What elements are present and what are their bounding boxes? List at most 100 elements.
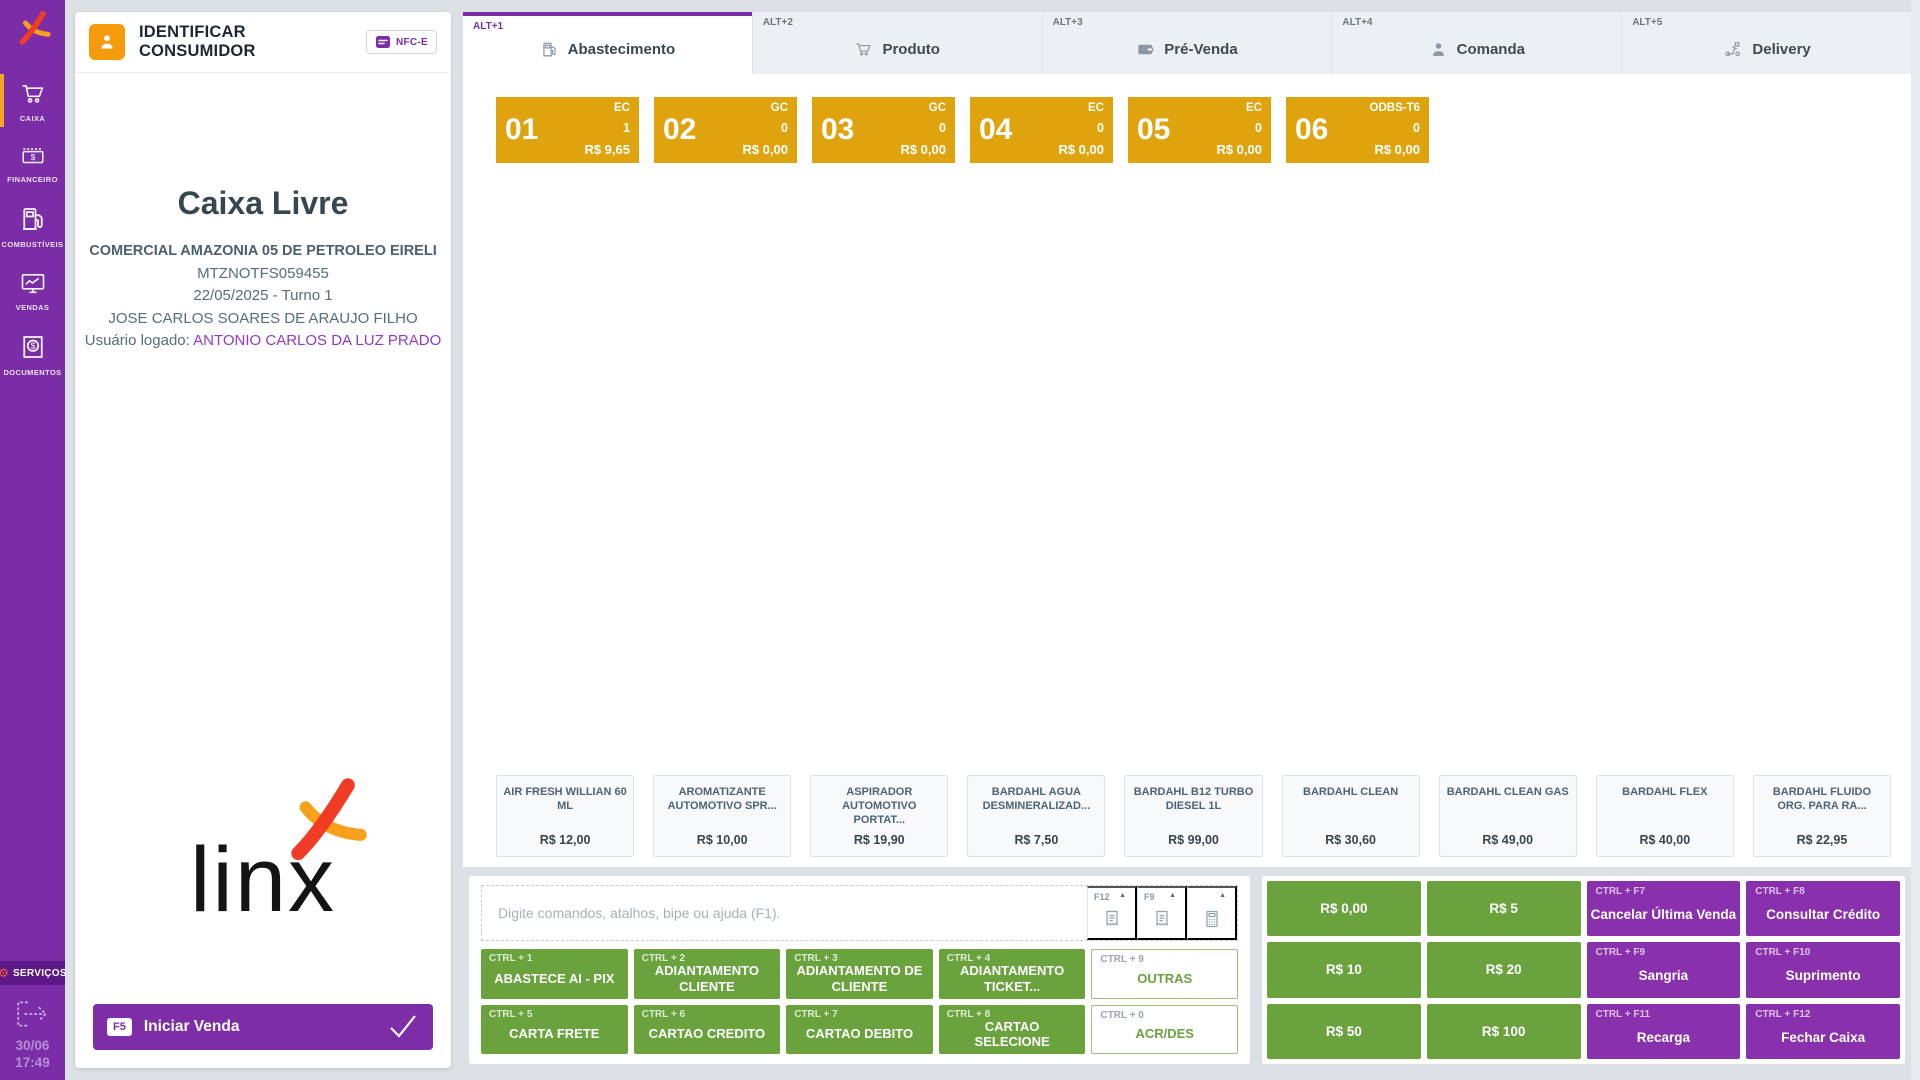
action-button-fechar-caixa[interactable]: CTRL + F12Fechar Caixa <box>1746 1004 1900 1059</box>
product-name: BARDAHL FLEX <box>1622 786 1707 800</box>
payment-button-adiantamento-ticket[interactable]: CTRL + 4ADIANTAMENTO TICKET... <box>939 949 1086 999</box>
payment-button-outras[interactable]: CTRL + 9OUTRAS <box>1091 949 1238 999</box>
product-card[interactable]: BARDAHL AGUA DESMINERALIZAD...R$ 7,50 <box>967 775 1105 857</box>
pump-count: 0 <box>900 121 946 135</box>
product-name: AIR FRESH WILLIAN 60 ML <box>502 786 628 814</box>
calculator-button[interactable]: ▲ <box>1187 886 1237 940</box>
payment-label: ACR/DES <box>1135 1026 1194 1042</box>
cash-button-5[interactable]: R$ 5 <box>1427 881 1581 936</box>
caret-up-icon: ▲ <box>1119 892 1126 899</box>
consumer-panel-header: IDENTIFICAR CONSUMIDOR NFC-E <box>75 12 451 73</box>
sidebar-item-caixa[interactable]: CAIXA <box>0 69 65 132</box>
cart-icon <box>18 80 48 108</box>
product-price: R$ 12,00 <box>540 833 591 847</box>
payment-button-cartao-credito[interactable]: CTRL + 6CARTAO CREDITO <box>634 1005 781 1055</box>
sidebar-item-financeiro[interactable]: $ FINANCEIRO <box>0 132 65 193</box>
payment-button-cartao-selecione[interactable]: CTRL + 8CARTAO SELECIONE <box>939 1005 1086 1055</box>
payment-button-abastece-ai-pix[interactable]: CTRL + 1ABASTECE AI - PIX <box>481 949 628 999</box>
pump-tile-02[interactable]: 02 GC0R$ 0,00 <box>654 97 797 163</box>
pump-value: R$ 0,00 <box>1058 142 1104 157</box>
shortcut-label: CTRL + 3 <box>794 953 837 965</box>
fuel-pump-icon <box>540 40 559 59</box>
time-label: 17:49 <box>15 1055 50 1072</box>
payment-button-adiantamento-cliente[interactable]: CTRL + 2ADIANTAMENTO CLIENTE <box>634 949 781 999</box>
shortcut-label: CTRL + F12 <box>1755 1009 1810 1020</box>
product-name: BARDAHL AGUA DESMINERALIZAD... <box>973 786 1099 814</box>
pump-fuel-type: GC <box>900 102 946 114</box>
tab-shortcut: ALT+5 <box>1632 17 1662 28</box>
start-sale-button[interactable]: F5 Iniciar Venda <box>93 1004 433 1050</box>
f9-shortcut-label: F9 <box>1144 892 1155 902</box>
reprint-f9-button[interactable]: F9 ▲ <box>1137 886 1187 940</box>
nfce-label: NFC-E <box>396 37 428 48</box>
product-card[interactable]: BARDAHL FLEXR$ 40,00 <box>1596 775 1734 857</box>
command-bar: F12 ▲ F9 ▲ ▲ <box>481 885 1238 941</box>
action-button-recarga[interactable]: CTRL + F11Recarga <box>1587 1004 1741 1059</box>
payment-label: ABASTECE AI - PIX <box>494 971 614 987</box>
pump-fuel-type: EC <box>584 102 630 114</box>
cash-button-100[interactable]: R$ 100 <box>1427 1004 1581 1059</box>
action-button-consultar-credito[interactable]: CTRL + F8Consultar Crédito <box>1746 881 1900 936</box>
sidebar-item-vendas[interactable]: VENDAS <box>0 258 65 321</box>
check-icon <box>385 1014 419 1040</box>
receipt-icon <box>1102 907 1122 931</box>
action-label: Recarga <box>1637 1030 1690 1045</box>
cash-button-20[interactable]: R$ 20 <box>1427 942 1581 997</box>
cash-button-10[interactable]: R$ 10 <box>1267 942 1421 997</box>
nfce-badge: NFC-E <box>366 30 437 54</box>
pump-number: 05 <box>1137 113 1170 147</box>
payment-button-adiantamento-de-cliente[interactable]: CTRL + 3ADIANTAMENTO DE CLIENTE <box>786 949 933 999</box>
sidebar-item-combustiveis[interactable]: COMBUSTÍVEIS <box>0 193 65 258</box>
logout-button[interactable] <box>14 999 52 1032</box>
tab-abastecimento[interactable]: ALT+1 Abastecimento <box>463 12 752 74</box>
payment-label: CARTAO CREDITO <box>649 1026 766 1042</box>
sidebar: CAIXA $ FINANCEIRO COMBUSTÍVEIS VENDAS <box>0 0 65 1080</box>
tab-produto[interactable]: ALT+2 Produto <box>752 12 1042 74</box>
operator-name: JOSE CARLOS SOARES DE ARAUJO FILHO <box>83 308 443 331</box>
sidebar-item-servicos[interactable]: ⚙ SERVIÇOS <box>0 961 65 985</box>
product-price: R$ 19,90 <box>854 833 905 847</box>
identify-consumer-title: IDENTIFICAR CONSUMIDOR <box>139 23 352 61</box>
pump-count: 0 <box>1216 121 1262 135</box>
product-card[interactable]: BARDAHL FLUIDO ORG. PARA RA...R$ 22,95 <box>1753 775 1891 857</box>
action-button-sangria[interactable]: CTRL + F9Sangria <box>1587 942 1741 997</box>
reprint-f12-button[interactable]: F12 ▲ <box>1087 886 1137 940</box>
cash-actions-panel: R$ 0,00 R$ 5 CTRL + F7Cancelar Última Ve… <box>1262 876 1905 1064</box>
product-card[interactable]: BARDAHL B12 TURBO DIESEL 1LR$ 99,00 <box>1124 775 1262 857</box>
cash-button-50[interactable]: R$ 50 <box>1267 1004 1421 1059</box>
cash-button-0[interactable]: R$ 0,00 <box>1267 881 1421 936</box>
product-card[interactable]: BARDAHL CLEANR$ 30,60 <box>1282 775 1420 857</box>
receipt-icon <box>1152 907 1172 931</box>
tab-label: Delivery <box>1752 41 1810 58</box>
product-card[interactable]: ASPIRADOR AUTOMOTIVO PORTAT...R$ 19,90 <box>810 775 948 857</box>
pump-tile-01[interactable]: 01 EC1R$ 9,65 <box>496 97 639 163</box>
action-button-suprimento[interactable]: CTRL + F10Suprimento <box>1746 942 1900 997</box>
sidebar-datetime: 30/06 17:49 <box>15 1038 50 1072</box>
pump-count: 1 <box>584 121 630 135</box>
pump-fuel-type: GC <box>742 102 788 114</box>
payment-button-cartao-debito[interactable]: CTRL + 7CARTAO DEBITO <box>786 1005 933 1055</box>
pump-tile-05[interactable]: 05 EC0R$ 0,00 <box>1128 97 1271 163</box>
tab-pre-venda[interactable]: ALT+3 Pré-Venda <box>1042 12 1332 74</box>
command-input[interactable] <box>482 886 1087 940</box>
vertical-scrollbar[interactable] <box>1911 0 1920 1080</box>
sidebar-item-label: COMBUSTÍVEIS <box>2 240 64 249</box>
pump-tiles: 01 EC1R$ 9,65 02 GC0R$ 0,00 03 GC0R$ 0,0… <box>496 97 1911 163</box>
action-button-cancelar-ultima-venda[interactable]: CTRL + F7Cancelar Última Venda <box>1587 881 1741 936</box>
product-card[interactable]: AIR FRESH WILLIAN 60 ML R$ 12,00 <box>496 775 634 857</box>
product-name: BARDAHL CLEAN GAS <box>1447 786 1569 800</box>
sidebar-item-documentos[interactable]: $ DOCUMENTOS <box>0 321 65 386</box>
pump-tile-03[interactable]: 03 GC0R$ 0,00 <box>812 97 955 163</box>
payment-button-carta-frete[interactable]: CTRL + 5CARTA FRETE <box>481 1005 628 1055</box>
pump-tile-04[interactable]: 04 EC0R$ 0,00 <box>970 97 1113 163</box>
product-name: BARDAHL FLUIDO ORG. PARA RA... <box>1759 786 1885 814</box>
tab-comanda[interactable]: ALT+4 Comanda <box>1331 12 1621 74</box>
tab-delivery[interactable]: ALT+5 Delivery <box>1621 12 1911 74</box>
pump-tile-06[interactable]: 06 ODBS-T60R$ 0,00 <box>1286 97 1429 163</box>
identify-consumer-button[interactable] <box>89 24 125 60</box>
tab-label: Pré-Venda <box>1164 41 1237 58</box>
payment-button-acr-des[interactable]: CTRL + 0ACR/DES <box>1091 1005 1238 1055</box>
product-card[interactable]: BARDAHL CLEAN GASR$ 49,00 <box>1439 775 1577 857</box>
product-shortcuts: AIR FRESH WILLIAN 60 ML R$ 12,00 AROMATIZ… <box>496 775 1891 857</box>
product-card[interactable]: AROMATIZANTE AUTOMOTIVO SPR...R$ 10,00 <box>653 775 791 857</box>
